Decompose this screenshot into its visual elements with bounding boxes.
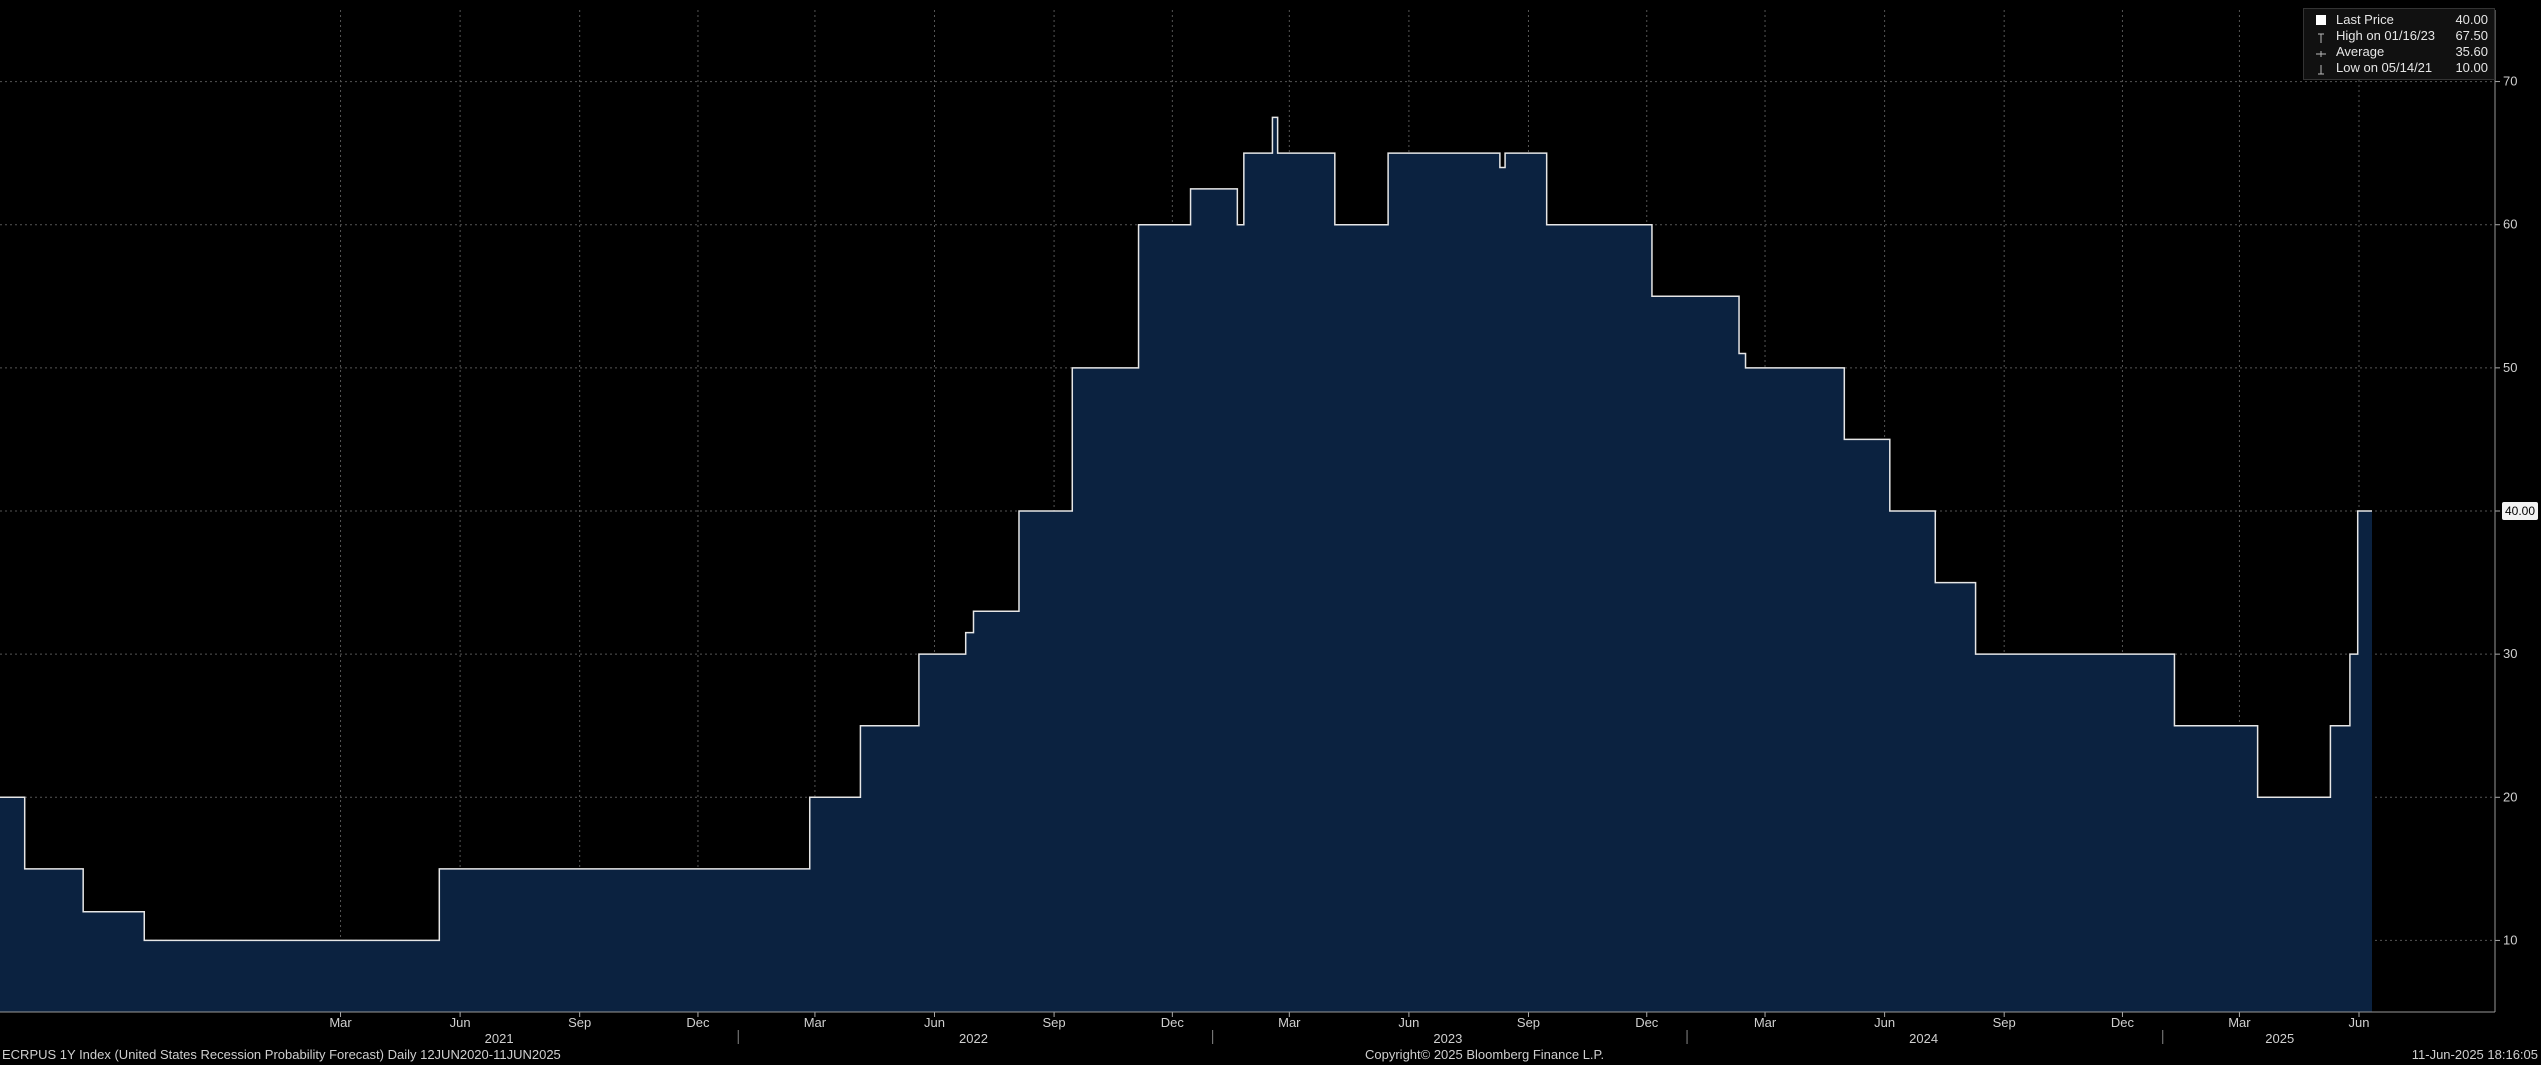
legend-last-price-value: 40.00 [2455,12,2488,27]
legend-last-price: Last Price 40.00 [2304,12,2494,28]
x-month-label: Mar [329,1015,352,1030]
footer-timestamp: 11-Jun-2025 18:16:05 [2411,1047,2538,1062]
y-tick-label: 10 [2503,932,2517,947]
chart-area: 10203040506070MarJunSepDecMarJunSepDecMa… [0,10,2517,1046]
x-month-label: Mar [1754,1015,1777,1030]
x-month-label: Mar [2228,1015,2251,1030]
y-tick-label: 20 [2503,789,2517,804]
x-month-label: Dec [686,1015,710,1030]
x-year-label: 2022 [959,1031,988,1046]
x-month-label: Mar [804,1015,827,1030]
current-value-label: 40.00 [2502,502,2538,520]
x-month-label: Dec [1635,1015,1659,1030]
high-marker-icon [2316,31,2326,43]
legend-high: High on 01/16/23 67.50 [2304,28,2494,44]
x-year-label: 2021 [485,1031,514,1046]
x-month-label: Jun [450,1015,471,1030]
x-month-label: Mar [1278,1015,1301,1030]
x-month-label: Dec [1161,1015,1185,1030]
x-month-label: Sep [1517,1015,1540,1030]
area-fill [0,117,2372,1013]
legend-last-price-label: Last Price [2336,12,2394,27]
y-tick-label: 60 [2503,217,2517,232]
legend-average-label: Average [2336,44,2385,59]
x-year-label: 2023 [1433,1031,1462,1046]
footer-ticker: ECRPUS 1Y Index (United States Recession… [2,1047,561,1062]
low-marker-icon [2316,63,2326,75]
x-month-label: Jun [1874,1015,1895,1030]
legend-average-value: 35.60 [2455,44,2488,59]
x-month-label: Jun [2349,1015,2370,1030]
x-year-label: 2025 [2265,1031,2294,1046]
x-month-label: Jun [924,1015,945,1030]
y-tick-label: 50 [2503,360,2517,375]
x-month-label: Sep [1993,1015,2016,1030]
legend-high-label: High on 01/16/23 [2336,28,2436,43]
average-marker-icon [2316,47,2326,57]
square-icon [2316,15,2326,25]
x-month-label: Dec [2111,1015,2135,1030]
legend-low: Low on 05/14/21 10.00 [2304,60,2494,76]
legend: Last Price 40.00 High on 01/16/23 67.50 … [2303,8,2495,80]
y-tick-label: 30 [2503,646,2517,661]
legend-average: Average 35.60 [2304,44,2494,60]
legend-high-value: 67.50 [2455,28,2488,43]
x-month-label: Sep [1043,1015,1066,1030]
footer-copyright: Copyright© 2025 Bloomberg Finance L.P. [1365,1047,1605,1062]
x-year-label: 2024 [1909,1031,1938,1046]
legend-low-label: Low on 05/14/21 [2336,60,2433,75]
legend-low-value: 10.00 [2455,60,2488,75]
x-month-label: Jun [1398,1015,1419,1030]
y-tick-label: 70 [2503,74,2517,89]
x-month-label: Sep [568,1015,591,1030]
